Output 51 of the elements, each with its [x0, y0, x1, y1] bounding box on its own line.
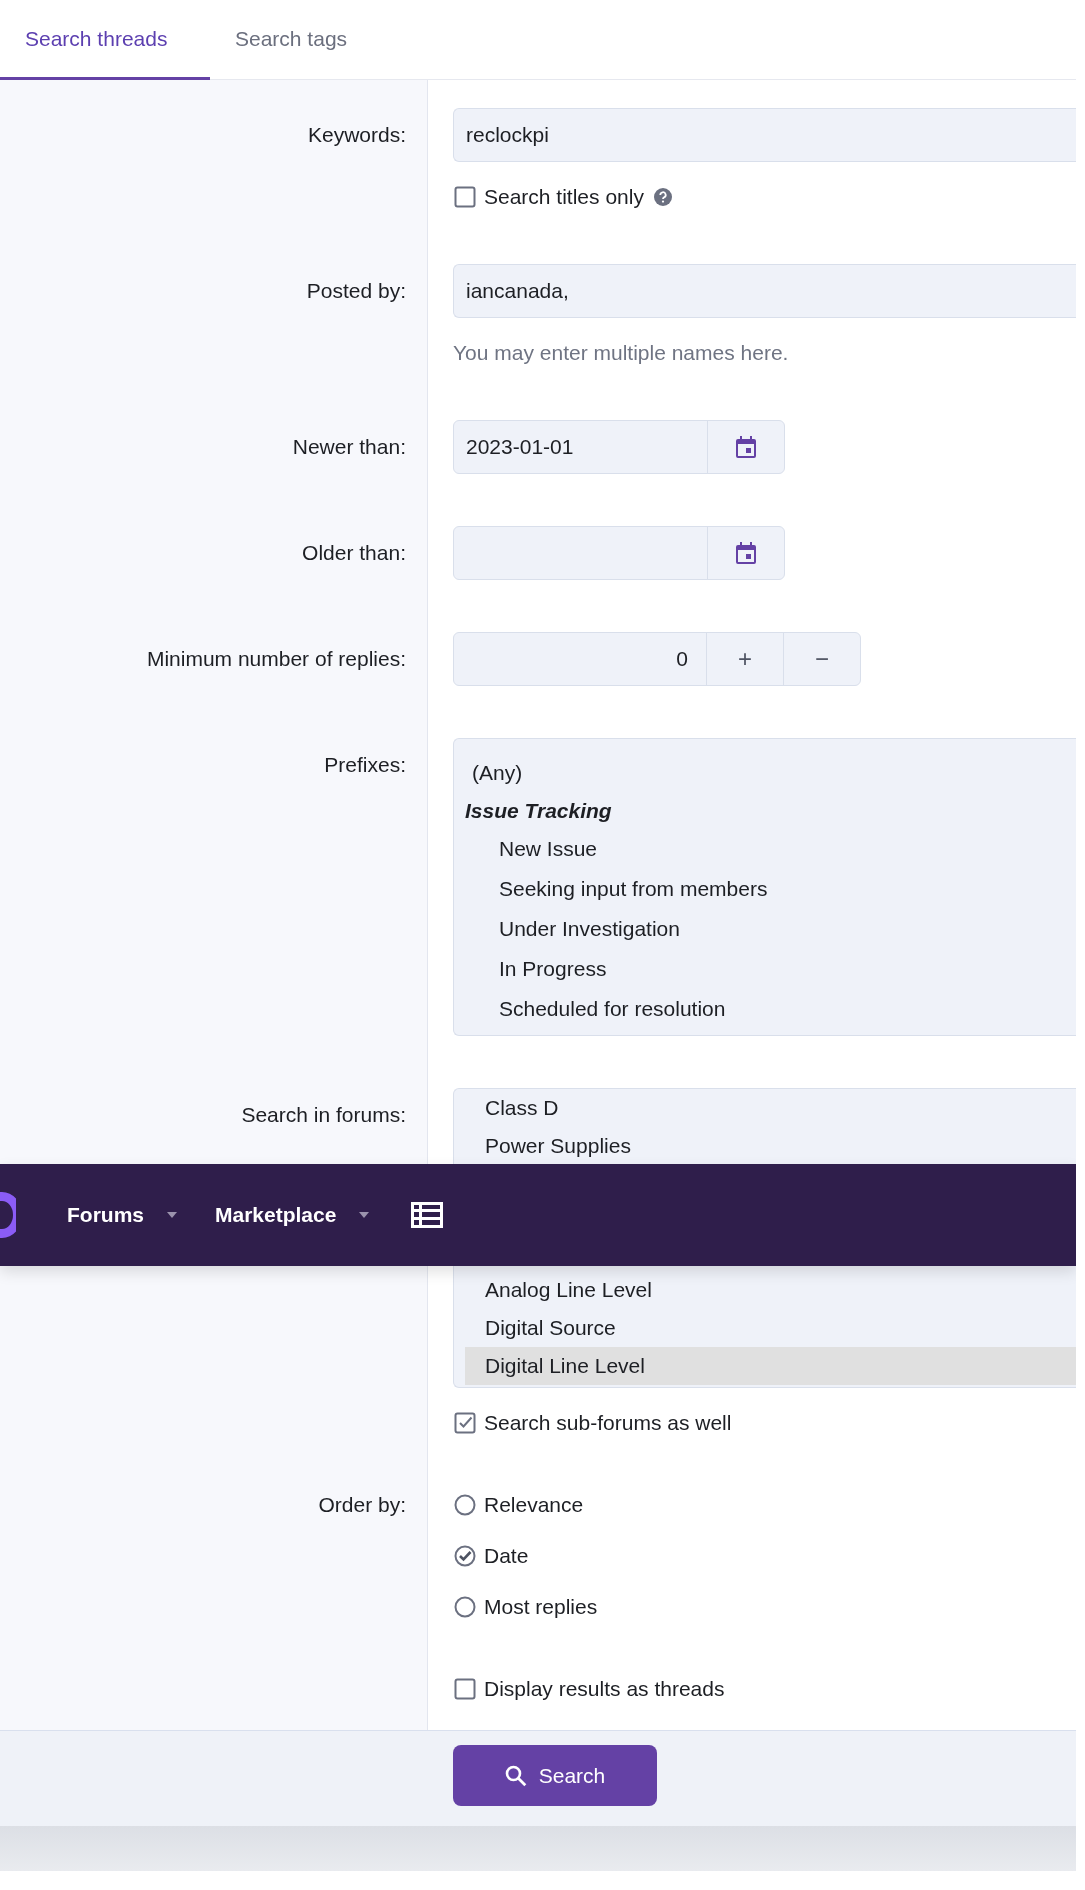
- checkbox-label: Search sub-forums as well: [484, 1411, 732, 1435]
- checkbox[interactable]: [454, 186, 476, 208]
- field-label: Older than:: [302, 540, 406, 566]
- list-option[interactable]: Power Supplies: [465, 1127, 1076, 1165]
- calendar-icon: [736, 542, 756, 564]
- list-option[interactable]: Digital Source: [465, 1309, 1076, 1347]
- field-label: Minimum number of replies:: [146, 646, 406, 672]
- radio-button[interactable]: [454, 1494, 476, 1516]
- radio-label: Most replies: [484, 1595, 598, 1619]
- search-button[interactable]: Search: [453, 1745, 657, 1806]
- tab[interactable]: Search tags: [210, 0, 373, 80]
- radio-label: Date: [484, 1544, 529, 1568]
- checkbox[interactable]: [454, 1412, 476, 1434]
- field-label: Keywords:: [307, 122, 406, 148]
- prefix-listbox[interactable]: (Any) Issue Tracking New Issue Seeking input from members Under Investigation In Progress Scheduled for resolution: [453, 738, 1076, 1036]
- hint-text: You may enter multiple names here.: [453, 340, 790, 366]
- calendar-icon: [736, 436, 756, 458]
- number-field[interactable]: 0 + −: [453, 632, 861, 686]
- nav-item[interactable]: Forums: [67, 1203, 178, 1227]
- input-field[interactable]: reclockpi: [453, 108, 1076, 162]
- list-option[interactable]: (Any): [454, 753, 1076, 793]
- field-label: Order by:: [318, 1492, 406, 1518]
- list-option[interactable]: Class D: [465, 1089, 1076, 1127]
- list-option[interactable]: Analog Line Level: [465, 1271, 1076, 1309]
- nav-item[interactable]: Marketplace: [215, 1203, 371, 1227]
- search-icon: [504, 1764, 527, 1787]
- list-option[interactable]: In Progress: [454, 949, 1076, 989]
- list-icon[interactable]: [411, 1202, 444, 1228]
- checkbox[interactable]: [454, 1678, 476, 1700]
- list-option[interactable]: Scheduled for resolution: [454, 989, 1076, 1029]
- list-option[interactable]: Under Investigation: [454, 909, 1076, 949]
- radio-button[interactable]: [454, 1596, 476, 1618]
- date-field[interactable]: 2023-01-01: [453, 420, 785, 474]
- list-option[interactable]: Digital Line Level: [465, 1347, 1076, 1385]
- field-label: Prefixes:: [324, 752, 406, 778]
- checkbox-label: Display results as threads: [484, 1677, 725, 1701]
- option-group-label: Issue Tracking: [464, 798, 613, 824]
- radio-button[interactable]: [454, 1545, 476, 1567]
- decrement-button[interactable]: −: [783, 633, 860, 685]
- list-option[interactable]: New Issue: [454, 829, 1076, 869]
- increment-button[interactable]: +: [706, 633, 783, 685]
- field-label: Newer than:: [292, 434, 406, 460]
- list-option[interactable]: Seeking input from members: [454, 869, 1076, 909]
- date-field[interactable]: [453, 526, 785, 580]
- logo-icon: [0, 1192, 16, 1238]
- input-field[interactable]: iancanada,: [453, 264, 1076, 318]
- help-icon[interactable]: [653, 188, 672, 206]
- field-label: Posted by:: [306, 278, 406, 304]
- radio-label: Relevance: [484, 1493, 584, 1517]
- checkbox-label: Search titles only: [484, 185, 644, 209]
- field-label: Search in forums:: [241, 1102, 406, 1128]
